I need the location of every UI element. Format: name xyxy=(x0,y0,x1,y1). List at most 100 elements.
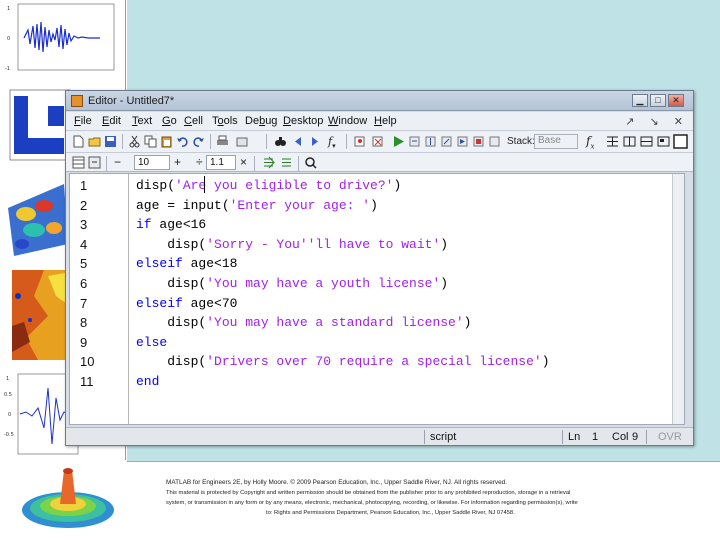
cell-value-input-1[interactable] xyxy=(134,155,170,170)
stack-dropdown[interactable]: Base xyxy=(534,134,578,149)
print-icon[interactable] xyxy=(216,135,229,148)
code-text[interactable]: if age<16 xyxy=(136,217,206,232)
breakpoint-icon[interactable] xyxy=(354,135,367,148)
menu-edit[interactable]: Edit xyxy=(102,115,121,127)
cell-mode-icon[interactable] xyxy=(72,156,85,169)
menu-help[interactable]: Help xyxy=(374,115,397,127)
save-icon[interactable] xyxy=(104,135,117,148)
menu-bar: File Edit Text Go Cell Tools Debug Deskt… xyxy=(66,112,693,130)
status-col-label: Col xyxy=(612,431,629,443)
copy-icon[interactable] xyxy=(144,135,157,148)
menu-debug[interactable]: Debug xyxy=(245,115,277,127)
run-icon[interactable] xyxy=(392,135,405,148)
menu-tools[interactable]: Tools xyxy=(212,115,238,127)
code-line[interactable]: 6 disp('You may have a youth license') xyxy=(70,276,670,296)
vertical-scrollbar[interactable] xyxy=(672,174,684,424)
code-text[interactable]: disp('You may have a standard license') xyxy=(136,315,471,330)
redo-icon[interactable] xyxy=(192,135,205,148)
code-text[interactable]: end xyxy=(136,374,159,389)
cell-times-button[interactable]: × xyxy=(240,155,247,169)
menu-desktop[interactable]: Desktop xyxy=(283,115,323,127)
code-line[interactable]: 1 disp('Are you eligible to drive?') xyxy=(70,178,670,198)
line-number[interactable]: 8 xyxy=(80,315,87,330)
float-window-icon[interactable] xyxy=(657,135,670,148)
cut-icon[interactable] xyxy=(128,135,141,148)
forward-icon[interactable] xyxy=(308,135,321,148)
menu-cell[interactable]: Cell xyxy=(184,115,203,127)
line-number[interactable]: 11 xyxy=(80,374,94,389)
line-number[interactable]: 4 xyxy=(80,237,87,252)
tile-vertical-icon[interactable] xyxy=(623,135,636,148)
eval-cell-icon[interactable] xyxy=(88,156,101,169)
svg-text:1: 1 xyxy=(7,6,10,12)
code-line[interactable]: 7 elseif age<70 xyxy=(70,296,670,316)
continue-icon[interactable] xyxy=(456,135,469,148)
code-line[interactable]: 2 age = input('Enter your age: ') xyxy=(70,198,670,218)
debug-stack-icon[interactable] xyxy=(488,135,501,148)
line-number[interactable]: 2 xyxy=(80,198,87,213)
line-number[interactable]: 3 xyxy=(80,217,87,232)
step-icon[interactable] xyxy=(408,135,421,148)
cell-plus-button[interactable]: + xyxy=(174,155,181,169)
undo-icon[interactable] xyxy=(176,135,189,148)
code-text[interactable]: age = input('Enter your age: ') xyxy=(136,198,378,213)
print-options-icon[interactable] xyxy=(236,135,249,148)
code-line[interactable]: 4 disp('Sorry - You''ll have to wait') xyxy=(70,237,670,257)
code-text[interactable]: else xyxy=(136,335,167,350)
code-text[interactable]: elseif age<18 xyxy=(136,256,237,271)
menu-window[interactable]: Window xyxy=(328,115,367,127)
code-line[interactable]: 5 elseif age<18 xyxy=(70,256,670,276)
tile-horizontal-icon[interactable] xyxy=(606,135,619,148)
close-icon[interactable]: ✕ xyxy=(668,94,684,107)
paste-icon[interactable] xyxy=(160,135,173,148)
menu-text[interactable]: Text xyxy=(132,115,152,127)
minimize-icon[interactable]: ▁ xyxy=(632,94,648,107)
status-divider xyxy=(562,430,563,444)
matlab-editor-window[interactable]: Editor - Untitled7* ▁ □ ✕ File Edit Text… xyxy=(65,90,694,446)
matlab-logo-icon xyxy=(71,95,83,107)
new-file-icon[interactable] xyxy=(72,135,85,148)
step-in-icon[interactable] xyxy=(424,135,437,148)
code-text[interactable]: disp('You may have a youth license') xyxy=(136,276,448,291)
code-string: 'Are you eligible to drive?' xyxy=(175,178,394,193)
fx-icon[interactable]: fx xyxy=(586,134,594,150)
svg-text:-0.5: -0.5 xyxy=(4,432,14,438)
line-number[interactable]: 6 xyxy=(80,276,87,291)
step-out-icon[interactable] xyxy=(440,135,453,148)
code-line[interactable]: 3 if age<16 xyxy=(70,217,670,237)
line-number[interactable]: 9 xyxy=(80,335,87,350)
line-number[interactable]: 7 xyxy=(80,296,87,311)
line-number[interactable]: 1 xyxy=(80,178,87,193)
find-icon[interactable] xyxy=(274,135,287,148)
maximize-icon[interactable]: □ xyxy=(650,94,666,107)
code-line[interactable]: 10 disp('Drivers over 70 require a speci… xyxy=(70,354,670,374)
tile-quad-icon[interactable] xyxy=(640,135,653,148)
line-number[interactable]: 5 xyxy=(80,256,87,271)
code-text[interactable]: elseif age<70 xyxy=(136,296,237,311)
window-controls-menu[interactable]: ↗ ↘ ✕ xyxy=(625,115,689,128)
code-line[interactable]: 9 else xyxy=(70,335,670,355)
function-icon[interactable]: f▾ xyxy=(328,135,336,150)
editor-titlebar[interactable]: Editor - Untitled7* ▁ □ ✕ xyxy=(66,91,693,111)
code-line[interactable]: 8 disp('You may have a standard license'… xyxy=(70,315,670,335)
code-text[interactable]: disp('Are you eligible to drive?') xyxy=(136,178,401,193)
cell-divide-button[interactable]: ÷ xyxy=(196,155,203,169)
maximize-pane-icon[interactable] xyxy=(673,134,688,149)
show-cell-titles-icon[interactable] xyxy=(304,156,317,169)
code-text[interactable]: disp('Drivers over 70 require a special … xyxy=(136,354,549,369)
eval-advance-icon[interactable] xyxy=(280,156,293,169)
code-string: 'You may have a youth license' xyxy=(206,276,441,291)
line-number[interactable]: 10 xyxy=(80,354,94,369)
eval-section-icon[interactable] xyxy=(262,156,275,169)
open-folder-icon[interactable] xyxy=(88,135,101,148)
code-line[interactable]: 11 end xyxy=(70,374,670,394)
menu-go[interactable]: Go xyxy=(162,115,177,127)
cell-minus-button[interactable]: − xyxy=(114,155,121,169)
menu-file[interactable]: File xyxy=(74,115,92,127)
code-editor[interactable]: 1 disp('Are you eligible to drive?') 2 age … xyxy=(69,173,685,425)
back-icon[interactable] xyxy=(292,135,305,148)
exit-debug-icon[interactable] xyxy=(472,135,485,148)
code-text[interactable]: disp('Sorry - You''ll have to wait') xyxy=(136,237,448,252)
breakpoint-clear-icon[interactable] xyxy=(372,135,385,148)
cell-value-input-2[interactable] xyxy=(206,155,236,170)
